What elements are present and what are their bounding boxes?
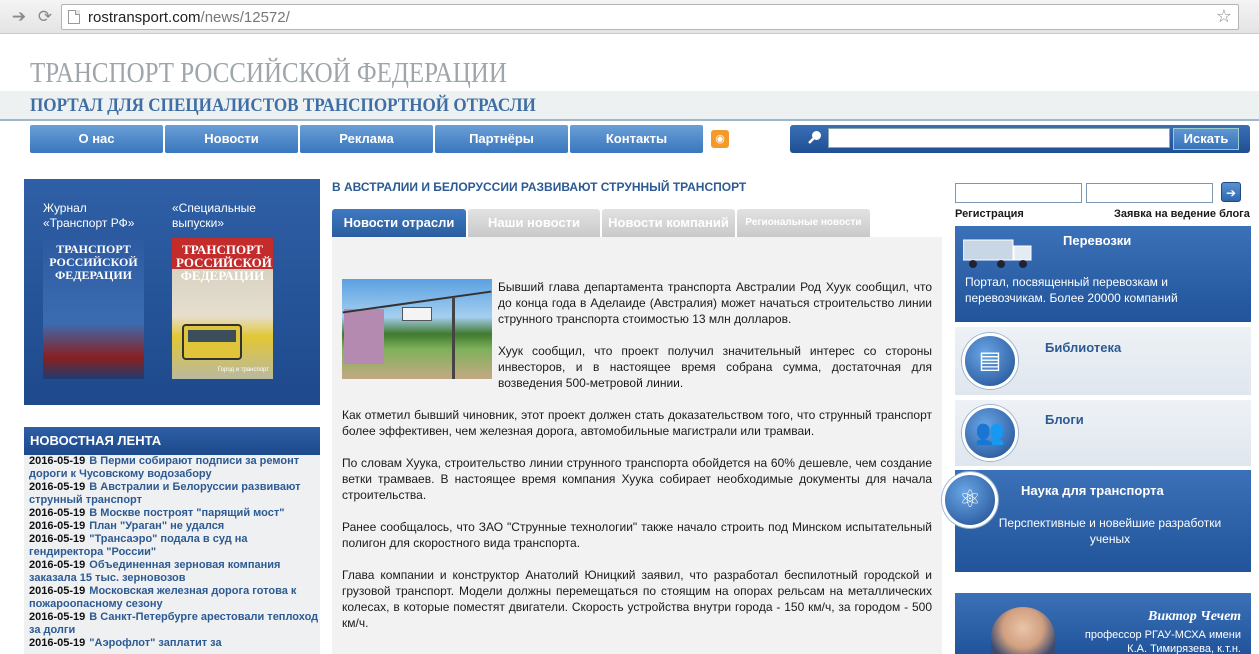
menu-item-partners[interactable]: Партнёры (435, 125, 568, 153)
perevozki-text: Портал, посвященный перевозкам и перевоз… (965, 275, 1178, 305)
reload-icon[interactable]: ⟳ (34, 6, 56, 28)
article-paragraph: Глава компании и конструктор Анатолий Юн… (342, 568, 932, 630)
list-item[interactable]: 2016-05-19 Объединенная зерновая компания… (24, 559, 320, 585)
list-item[interactable]: 2016-05-19 Московская железная дорога гот… (24, 585, 320, 611)
news-date: 2016-05-19 (29, 559, 86, 571)
magazines-block: Журнал «Транспорт РФ» «Специальные выпус… (24, 179, 320, 405)
site-subtitle: ПОРТАЛ ДЛЯ СПЕЦИАЛИСТОВ ТРАНСПОРТНОЙ ОТР… (30, 95, 536, 116)
news-date: 2016-05-19 (29, 637, 86, 649)
rss-icon[interactable]: ◉ (711, 130, 729, 148)
blogs-title[interactable]: Блоги (1045, 412, 1084, 427)
news-date: 2016-05-19 (29, 520, 86, 532)
page-icon (68, 10, 80, 24)
people-icon: 👥 (962, 405, 1018, 461)
browser-toolbar: ➔ ⟳ rostransport.com/news/12572/ ☆ (0, 0, 1259, 34)
list-item[interactable]: 2016-05-19 "Трансаэро" подала в суд на ге… (24, 533, 320, 559)
url-text[interactable]: rostransport.com/news/12572/ (88, 9, 290, 26)
article-paragraph: Как отметил бывший чиновник, этот проект… (342, 408, 932, 438)
password-field[interactable] (1086, 183, 1213, 203)
blog-request-link[interactable]: Заявка на ведение блога (1114, 208, 1250, 220)
url-domain: rostransport.com (88, 9, 201, 26)
search-input[interactable] (828, 128, 1170, 148)
news-date: 2016-05-19 (29, 611, 86, 623)
magazine-cover-1[interactable]: ТРАНСПОРТ РОССИЙСКОЙ ФЕДЕРАЦИИ (43, 238, 144, 379)
article-paragraph: Ранее сообщалось, что ЗАО "Струнные техн… (342, 520, 932, 550)
photo-spacer (342, 279, 498, 379)
search-button[interactable]: Искать (1173, 128, 1239, 150)
perevozki-panel[interactable]: Перевозки Портал, посвященный перевозкам… (955, 226, 1251, 322)
tab-industry-news[interactable]: Новости отрасли (332, 209, 466, 237)
newsfeed-list: 2016-05-19 В Перми собирают подписи за ре… (24, 455, 320, 654)
site-title[interactable]: ТРАНСПОРТ РОССИЙСКОЙ ФЕДЕРАЦИИ (30, 57, 507, 90)
truck-icon (963, 239, 1032, 268)
profile-desc-line: профессор РГАУ-МСХА имени (1084, 629, 1241, 641)
cover-title: ТРАНСПОРТ РОССИЙСКОЙ ФЕДЕРАЦИИ (49, 242, 138, 282)
article-title: В АВСТРАЛИИ И БЕЛОРУССИИ РАЗВИВАЮТ СТРУН… (332, 180, 747, 194)
list-item[interactable]: 2016-05-19 В Австралии и Белоруссии разви… (24, 481, 320, 507)
bookmark-star-icon[interactable]: ☆ (1216, 6, 1232, 27)
magazine-label-1[interactable]: Журнал «Транспорт РФ» (43, 201, 153, 231)
tab-company-news[interactable]: Новости компаний (602, 209, 735, 237)
login-arrow-button[interactable]: ➔ (1221, 182, 1241, 202)
library-title[interactable]: Библиотека (1045, 340, 1121, 355)
list-item[interactable]: 2016-05-19 В Перми собирают подписи за ре… (24, 455, 320, 481)
main-menu: О нас Новости Реклама Партнёры Контакты (30, 125, 705, 153)
menu-item-ads[interactable]: Реклама (300, 125, 433, 153)
avatar (991, 607, 1055, 654)
tab-our-news[interactable]: Наши новости (468, 209, 600, 237)
list-item[interactable]: 2016-05-19 План "Ураган" не удался (24, 520, 320, 533)
news-date: 2016-05-19 (29, 533, 86, 545)
profile-description: профессор РГАУ-МСХА имени К.А. Тимирязев… (1085, 628, 1241, 654)
profile-name[interactable]: Виктор Чечет (1148, 609, 1241, 625)
library-panel[interactable]: ▤ Библиотека (955, 327, 1251, 395)
news-link[interactable]: План "Ураган" не удался (89, 520, 224, 532)
back-icon[interactable]: ➔ (8, 6, 30, 28)
article-paragraph: По словам Хуука, строительство линии стр… (342, 456, 932, 502)
newsfeed-title: НОВОСТНАЯ ЛЕНТА (24, 427, 320, 455)
menu-item-news[interactable]: Новости (165, 125, 298, 153)
news-date: 2016-05-19 (29, 507, 86, 519)
search-bar: Искать (790, 125, 1250, 153)
list-item[interactable]: 2016-05-19 В Москве построят "парящий мос… (24, 507, 320, 520)
atom-icon: ⚛ (942, 472, 998, 528)
news-date: 2016-05-19 (29, 455, 86, 467)
list-item[interactable]: 2016-05-19 В Санкт-Петербурге арестовали … (24, 611, 320, 637)
url-path: /news/12572/ (200, 9, 290, 26)
bus-image (182, 324, 242, 360)
cover-title: ТРАНСПОРТ РОССИЙСКОЙ ФЕДЕРАЦИИ (176, 242, 272, 283)
magazine-cover-2[interactable]: ТРАНСПОРТ РОССИЙСКОЙ ФЕДЕРАЦИИ Город и т… (172, 238, 273, 379)
address-bar[interactable]: rostransport.com/news/12572/ ☆ (61, 4, 1239, 30)
register-link[interactable]: Регистрация (955, 208, 1024, 220)
news-link[interactable]: В Москве построят "парящий мост" (89, 507, 284, 519)
blogs-panel[interactable]: 👥 Блоги (955, 400, 1251, 466)
login-field[interactable] (955, 183, 1082, 203)
menu-item-contacts[interactable]: Контакты (570, 125, 703, 153)
expert-profile[interactable]: Виктор Чечет профессор РГАУ-МСХА имени К… (955, 593, 1251, 654)
news-link[interactable]: "Аэрофлот" заплатит за (89, 637, 221, 649)
article-body: Бывший глава департамента транспорта Авс… (342, 279, 932, 647)
list-item[interactable]: 2016-05-19 "Аэрофлот" заплатит за (24, 637, 320, 650)
tab-regional-news[interactable]: Региональные новости (737, 209, 870, 237)
science-text: Перспективные и новейшие разработки учен… (998, 516, 1222, 546)
science-title[interactable]: Наука для транспорта (1021, 483, 1164, 498)
book-icon: ▤ (962, 333, 1018, 389)
perevozki-title[interactable]: Перевозки (1063, 233, 1131, 248)
cover-foot: Город и транспорт (217, 367, 269, 373)
profile-desc-line: К.А. Тимирязева, к.т.н. (1127, 643, 1241, 654)
science-panel[interactable]: ⚛ Наука для транспорта Перспективные и н… (942, 470, 1251, 572)
magazine-label-2[interactable]: «Специальные выпуски» (172, 201, 282, 231)
search-icon (808, 131, 821, 144)
news-date: 2016-05-19 (29, 481, 86, 493)
news-date: 2016-05-19 (29, 585, 86, 597)
menu-item-about[interactable]: О нас (30, 125, 163, 153)
